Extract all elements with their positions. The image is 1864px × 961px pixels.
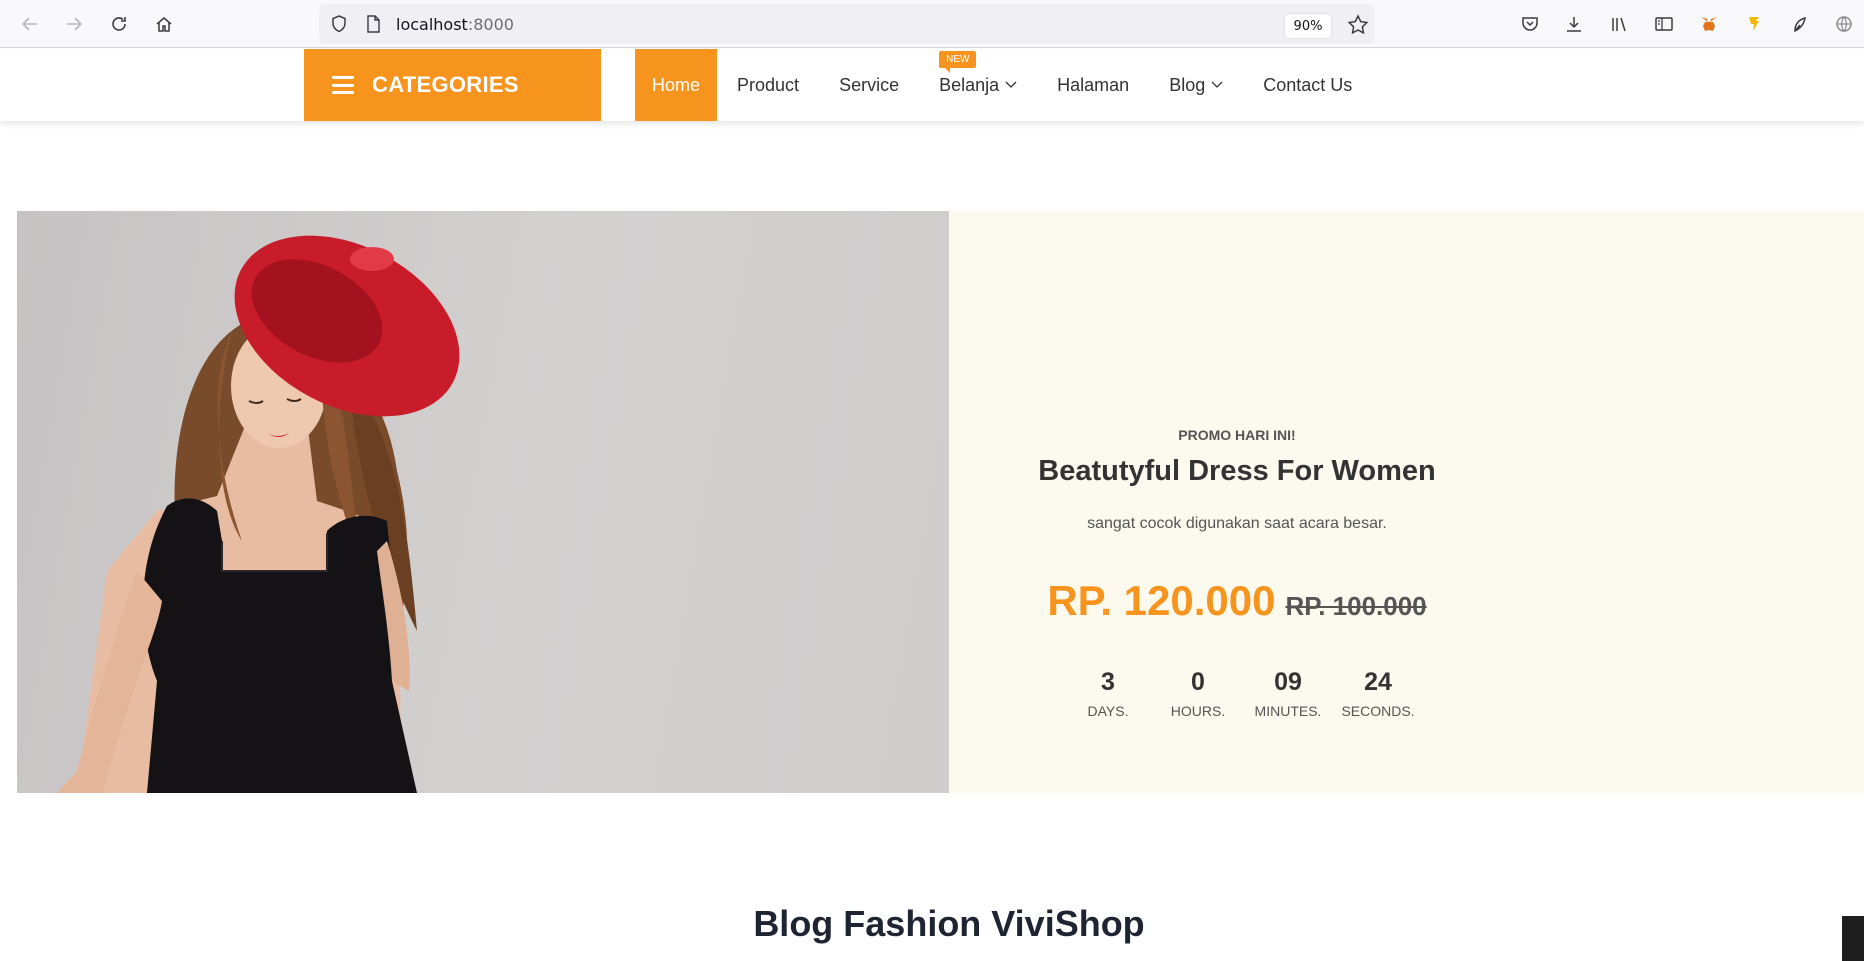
url-text[interactable]: localhost:8000 (396, 15, 514, 34)
site-navbar: CATEGORIES Home Product Service NEW Bela… (0, 49, 1864, 121)
menu-product[interactable]: Product (717, 49, 819, 121)
shield-icon[interactable] (329, 14, 349, 34)
new-badge: NEW (939, 51, 977, 73)
countdown-minutes: 09 MINUTES. (1243, 668, 1333, 719)
back-icon[interactable] (14, 8, 46, 40)
page-icon[interactable] (363, 14, 383, 34)
sidebar-icon[interactable] (1648, 8, 1680, 40)
promo-image[interactable] (17, 211, 949, 793)
menu-label: Product (737, 74, 800, 95)
extension-icon[interactable] (1783, 8, 1815, 40)
menu-label: Halaman (1057, 74, 1130, 95)
hamburger-icon (332, 76, 354, 94)
chevron-down-icon (1005, 81, 1017, 88)
menu-label: Blog (1169, 74, 1206, 95)
countdown-value: 24 (1364, 668, 1392, 696)
countdown-seconds: 24 SECONDS. (1333, 668, 1423, 719)
download-icon[interactable] (1558, 8, 1590, 40)
menu-label: Contact Us (1263, 74, 1353, 95)
countdown-value: 0 (1191, 668, 1205, 696)
model-photo (57, 235, 460, 793)
reload-icon[interactable] (103, 8, 135, 40)
price-row: RP. 120.000 RP. 100.000 (949, 577, 1525, 625)
menu-home[interactable]: Home (635, 49, 718, 121)
menu-label: Home (652, 74, 701, 95)
menu-halaman[interactable]: Halaman (1037, 49, 1149, 121)
zoom-indicator[interactable]: 90% (1285, 14, 1331, 38)
countdown-label: SECONDS. (1341, 703, 1415, 719)
price-old: RP. 100.000 (1285, 591, 1427, 621)
metamask-icon[interactable] (1693, 8, 1725, 40)
extension-icon[interactable] (1738, 8, 1770, 40)
home-icon[interactable] (148, 8, 180, 40)
countdown-value: 3 (1101, 668, 1115, 696)
menu-label: Service (839, 74, 900, 95)
menu-belanja[interactable]: NEW Belanja (919, 49, 1037, 121)
countdown-value: 09 (1274, 668, 1302, 696)
globe-icon[interactable] (1828, 8, 1860, 40)
star-icon[interactable] (1346, 13, 1370, 37)
url-bar[interactable]: localhost:8000 90% (319, 4, 1375, 44)
countdown-hours: 0 HOURS. (1153, 668, 1243, 719)
blog-section-title: Blog Fashion ViviShop (753, 903, 1145, 944)
pocket-icon[interactable] (1514, 8, 1546, 40)
promo-panel: PROMO HARI INI! Beatutyful Dress For Wom… (949, 211, 1864, 793)
categories-button[interactable]: CATEGORIES (304, 49, 601, 121)
menu-contact[interactable]: Contact Us (1243, 49, 1372, 121)
chevron-down-icon (1211, 81, 1223, 88)
promo-subtitle: PROMO HARI INI! (1178, 427, 1296, 443)
url-host: localhost (396, 15, 468, 34)
forward-icon[interactable] (58, 8, 90, 40)
menu-label: Belanja (939, 74, 1000, 95)
categories-label: CATEGORIES (372, 72, 519, 97)
countdown-days: 3 DAYS. (1063, 668, 1153, 719)
scroll-top-button[interactable] (1842, 916, 1864, 961)
countdown-label: DAYS. (1087, 703, 1129, 719)
browser-toolbar: localhost:8000 90% (0, 0, 1864, 48)
countdown-timer: 3 DAYS. 0 HOURS. 09 MINUTES. 24 SECONDS. (1063, 668, 1423, 719)
menu-service[interactable]: Service (819, 49, 919, 121)
menu-blog[interactable]: Blog (1149, 49, 1243, 121)
promo-title[interactable]: Beatutyful Dress For Women (949, 455, 1525, 488)
price-new: RP. 120.000 (1047, 577, 1276, 624)
library-icon[interactable] (1603, 8, 1635, 40)
main-menu: Home Product Service NEW Belanja Halaman… (635, 49, 1372, 121)
url-port: :8000 (467, 15, 514, 34)
countdown-label: MINUTES. (1254, 703, 1322, 719)
countdown-label: HOURS. (1170, 703, 1226, 719)
promo-description: sangat cocok digunakan saat acara besar. (1087, 515, 1387, 532)
